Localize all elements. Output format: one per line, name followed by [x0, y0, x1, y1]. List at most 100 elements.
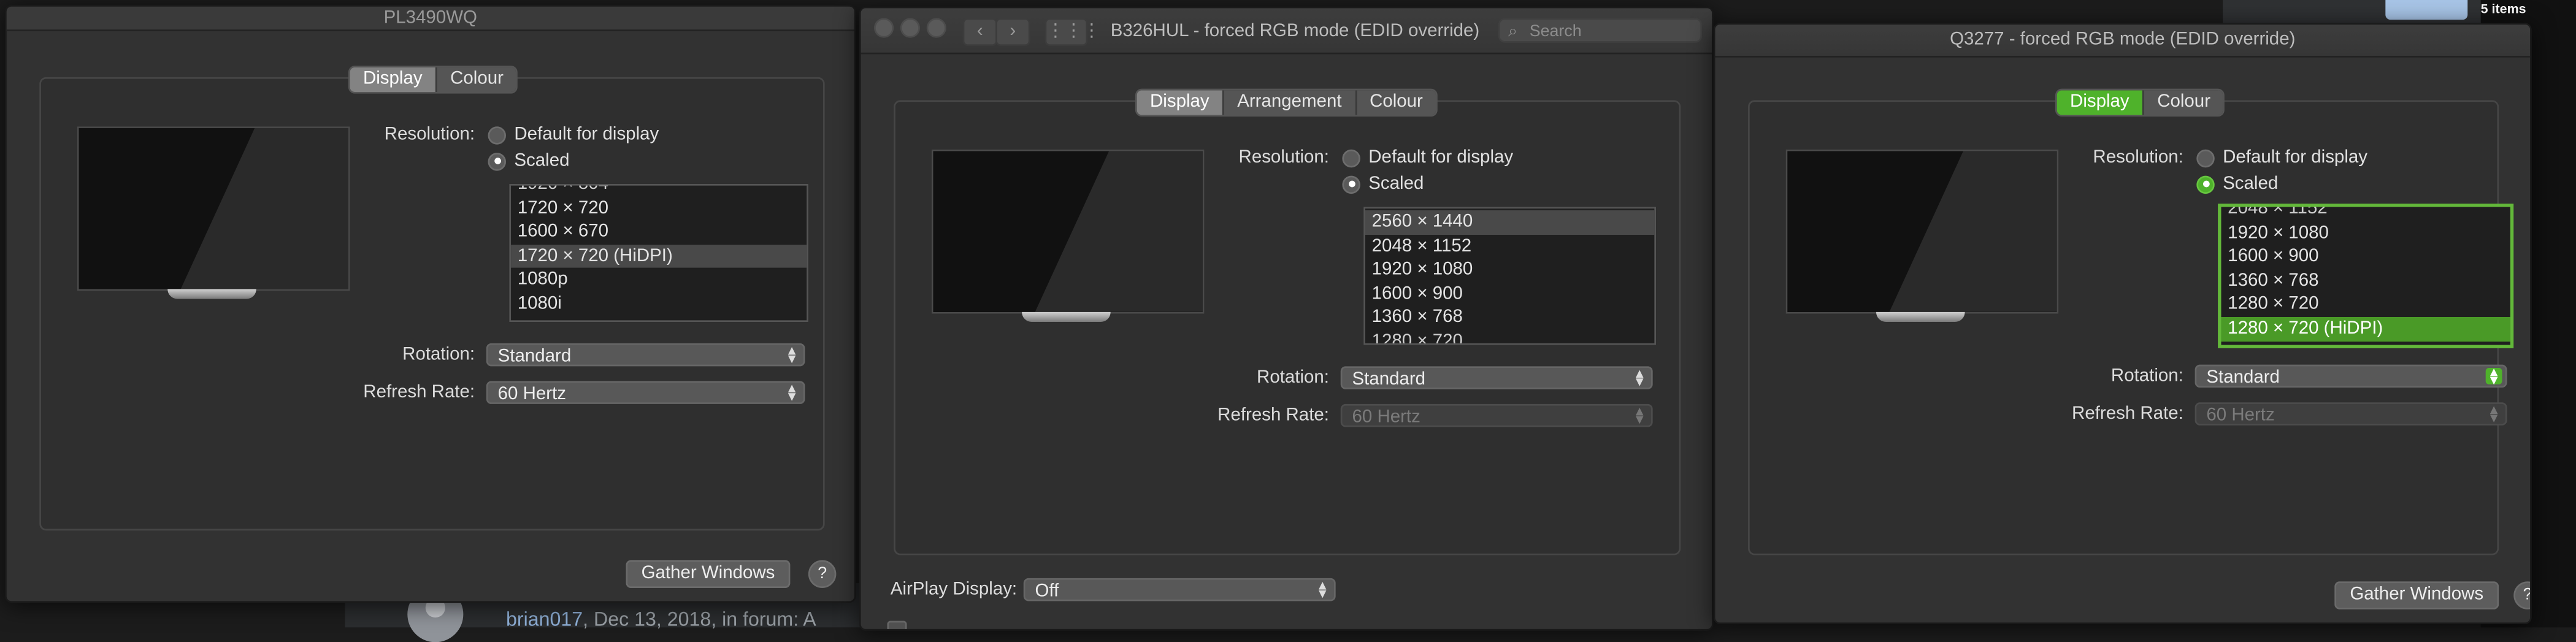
resolution-list[interactable]: 2048 × 1152 1920 × 1080 1600 × 900 1360 …: [2218, 204, 2514, 348]
list-item[interactable]: 1280 × 720: [2221, 293, 2510, 317]
tab-colour[interactable]: Colour: [437, 67, 517, 93]
list-item[interactable]: 1920 × 804: [511, 186, 807, 197]
list-item-selected[interactable]: 1720 × 720 (HiDPI): [511, 244, 807, 269]
rotation-value: Standard: [497, 346, 572, 367]
list-item[interactable]: 1920 × 1080: [2221, 221, 2510, 245]
resolution-label: Resolution:: [2093, 148, 2183, 168]
radio-default-for-display[interactable]: Default for display: [1342, 148, 1513, 167]
window-b326hul: ‹ › ⋮⋮⋮ B326HUL - forced RGB mode (EDID …: [859, 6, 1714, 631]
list-item[interactable]: 1600 × 900: [2221, 245, 2510, 269]
radio-scaled-label: Scaled: [514, 151, 570, 171]
radio-default-label: Default for display: [514, 124, 659, 145]
resolution-label: Resolution:: [384, 124, 475, 145]
radio-button-selected[interactable]: [2196, 175, 2215, 193]
tab-bar: Display Arrangement Colour: [1135, 88, 1438, 117]
refresh-rate-value: 60 Hertz: [497, 384, 566, 404]
radio-scaled[interactable]: Scaled: [2196, 174, 2278, 194]
display-preview: [1785, 149, 2059, 314]
tab-colour[interactable]: Colour: [1356, 90, 1436, 115]
window-titlebar[interactable]: ‹ › ⋮⋮⋮ B326HUL - forced RGB mode (EDID …: [861, 8, 1712, 55]
updown-arrow-icon: ▲ ▼: [785, 381, 799, 404]
resolution-label: Resolution:: [1238, 148, 1329, 168]
rotation-value: Standard: [1352, 369, 1426, 389]
resolution-list[interactable]: 2560 × 1440 2048 × 1152 1920 × 1080 1600…: [1363, 207, 1657, 345]
rotation-label: Rotation:: [2110, 366, 2183, 386]
display-stand: [1022, 311, 1111, 323]
zoom-window-icon[interactable]: [926, 18, 946, 38]
refresh-rate-popup[interactable]: 60 Hertz ▲ ▼: [2195, 402, 2507, 426]
radio-button[interactable]: [1342, 148, 1360, 167]
window-titlebar[interactable]: Q3277 - forced RGB mode (EDID override): [1715, 25, 2531, 58]
updown-arrow-icon: ▲ ▼: [1316, 578, 1329, 602]
list-item[interactable]: 2048 × 1152: [1365, 234, 1654, 258]
tab-display[interactable]: Display: [1137, 90, 1224, 115]
window-title: Q3277 - forced RGB mode (EDID override): [1950, 29, 2296, 50]
refresh-rate-popup[interactable]: 60 Hertz ▲ ▼: [1340, 403, 1653, 427]
list-item[interactable]: 1920 × 1080: [1365, 258, 1654, 282]
list-item[interactable]: 1360 × 768: [1365, 306, 1654, 330]
window-q3277: Q3277 - forced RGB mode (EDID override) …: [1713, 23, 2532, 624]
screen: brian017, Dec 13, 2018, in forum: A 5 it…: [0, 0, 2576, 642]
list-item-selected[interactable]: 1280 × 720 (HiDPI): [2221, 316, 2510, 341]
close-window-icon[interactable]: [874, 18, 894, 38]
help-button[interactable]: ?: [2513, 581, 2531, 610]
radio-button-selected[interactable]: [1342, 175, 1360, 193]
radio-scaled[interactable]: Scaled: [1342, 174, 1424, 194]
refresh-rate-popup[interactable]: 60 Hertz ▲ ▼: [486, 381, 805, 404]
display-stand: [1876, 311, 1965, 323]
rotation-popup[interactable]: Standard ▲ ▼: [486, 343, 805, 367]
tab-display[interactable]: Display: [350, 67, 437, 93]
tab-arrangement[interactable]: Arrangement: [1224, 90, 1357, 115]
airplay-display-value: Off: [1035, 581, 1059, 602]
list-item[interactable]: 1280 × 720: [1365, 330, 1654, 343]
rotation-popup[interactable]: Standard ▲ ▼: [2195, 364, 2507, 388]
back-button[interactable]: ‹: [962, 18, 997, 47]
list-item[interactable]: 1360 × 768: [2221, 269, 2510, 293]
refresh-rate-label: Refresh Rate:: [363, 383, 475, 403]
updown-arrow-icon: ▲ ▼: [1633, 403, 1646, 427]
refresh-rate-value: 60 Hertz: [1352, 407, 1420, 427]
items-count: 5 items: [2480, 1, 2526, 17]
radio-scaled-label: Scaled: [2223, 174, 2279, 194]
gather-windows-button[interactable]: Gather Windows: [626, 560, 791, 588]
gather-windows-button[interactable]: Gather Windows: [2334, 581, 2499, 610]
help-button[interactable]: ?: [808, 560, 837, 588]
radio-default-for-display[interactable]: Default for display: [2196, 148, 2367, 167]
minimize-window-icon[interactable]: [900, 18, 921, 38]
rotation-value: Standard: [2206, 368, 2280, 388]
tab-colour[interactable]: Colour: [2144, 90, 2224, 115]
search-field[interactable]: ⌕ Search: [1498, 18, 1703, 43]
rotation-popup[interactable]: Standard ▲ ▼: [1340, 366, 1653, 389]
list-item[interactable]: 1080i: [511, 292, 807, 316]
radio-button[interactable]: [2196, 148, 2215, 167]
refresh-rate-value: 60 Hertz: [2206, 405, 2275, 426]
window-pl3490wq: PL3490WQ Display Colour Resolution: Defa…: [5, 5, 856, 603]
tab-bar: Display Colour: [2055, 88, 2226, 117]
radio-default-for-display[interactable]: Default for display: [488, 125, 659, 145]
tab-display[interactable]: Display: [2057, 90, 2144, 115]
radio-button-selected[interactable]: [488, 151, 507, 170]
updown-arrow-icon: ▲ ▼: [785, 343, 799, 367]
window-title: PL3490WQ: [383, 8, 477, 28]
list-item[interactable]: 1080p: [511, 269, 807, 292]
forward-button[interactable]: ›: [995, 18, 1030, 47]
display-preview: [77, 126, 350, 291]
tab-bar: Display Colour: [348, 66, 519, 94]
forum-post-meta: brian017, Dec 13, 2018, in forum: A: [506, 608, 816, 631]
list-item-selected[interactable]: 2560 × 1440: [1365, 210, 1655, 234]
list-item[interactable]: 1600 × 900: [1365, 282, 1654, 306]
selection-chip: [2385, 0, 2468, 20]
list-item[interactable]: 1600 × 670: [511, 220, 807, 244]
list-item[interactable]: 2048 × 1152: [2221, 207, 2510, 221]
updown-arrow-icon: ▲ ▼: [1633, 366, 1646, 389]
mirroring-checkbox[interactable]: [887, 621, 907, 629]
updown-arrow-icon: ▲ ▼: [2487, 402, 2501, 426]
airplay-display-popup[interactable]: Off ▲ ▼: [1023, 578, 1336, 602]
display-wallpaper: [1787, 151, 2057, 312]
comment-author-link[interactable]: brian017: [506, 608, 583, 631]
radio-scaled[interactable]: Scaled: [488, 151, 570, 171]
window-titlebar[interactable]: PL3490WQ: [6, 6, 854, 31]
radio-button[interactable]: [488, 125, 507, 144]
resolution-list[interactable]: 1920 × 804 1720 × 720 1600 × 670 1720 × …: [509, 184, 808, 323]
list-item[interactable]: 1720 × 720: [511, 196, 807, 220]
